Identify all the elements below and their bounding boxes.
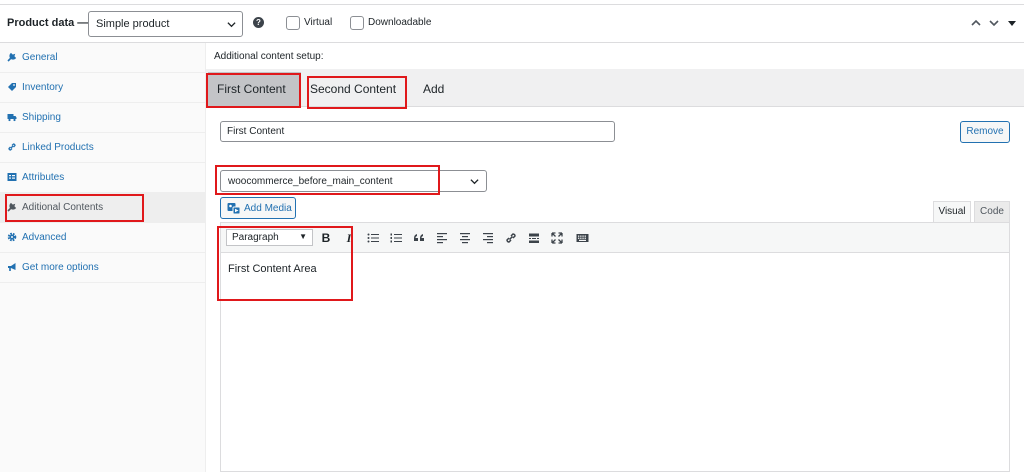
sidebar-item-inventory[interactable]: Inventory [0, 73, 206, 103]
tag-icon [8, 83, 16, 91]
chevron-down-icon [227, 22, 236, 28]
align-left-icon [437, 233, 447, 244]
section-label: Additional content setup: [214, 51, 324, 62]
content-editor: Paragraph ▼ B I First Content Area [220, 222, 1010, 472]
fullscreen-button[interactable] [549, 230, 565, 246]
sidebar-item-general[interactable]: General [0, 43, 206, 73]
media-icon [227, 203, 241, 215]
remove-button[interactable]: Remove [960, 121, 1010, 143]
sidebar-item-label: Aditional Contents [22, 202, 104, 213]
sidebar-item-shipping[interactable]: Shipping [0, 103, 206, 133]
truck-icon [7, 114, 17, 122]
link-icon [506, 233, 516, 243]
add-media-button[interactable]: Add Media [220, 197, 296, 219]
sidebar-item-label: Shipping [22, 112, 61, 123]
virtual-checkbox[interactable] [286, 16, 300, 30]
content-title-input[interactable]: First Content [220, 121, 615, 142]
product-data-header: Product data — Simple product ? Virtual … [0, 6, 1024, 43]
product-data-tabs: General Inventory Shipping Linked Produc… [0, 43, 206, 472]
align-left-button[interactable] [434, 230, 450, 246]
fullscreen-icon [551, 232, 563, 244]
read-more-icon [529, 233, 539, 243]
sidebar-item-aditional-contents[interactable]: Aditional Contents [0, 193, 206, 223]
sidebar-item-label: Get more options [22, 262, 99, 273]
sidebar-item-get-more-options[interactable]: Get more options [0, 253, 206, 283]
megaphone-icon [8, 263, 16, 271]
tab-visual[interactable]: Visual [933, 201, 971, 222]
product-data-title: Product data — [7, 17, 89, 29]
align-right-button[interactable] [480, 230, 496, 246]
sidebar-item-label: General [22, 52, 58, 63]
blockquote-button[interactable] [411, 230, 427, 246]
top-border [0, 0, 1024, 5]
hook-select[interactable]: woocommerce_before_main_content [220, 170, 487, 192]
product-type-select[interactable]: Simple product [88, 11, 243, 37]
wrench-icon [7, 52, 17, 62]
add-media-label: Add Media [244, 203, 292, 214]
editor-content[interactable]: First Content Area [228, 263, 317, 275]
quote-icon [414, 234, 424, 241]
sidebar-item-label: Advanced [22, 232, 67, 243]
sidebar-item-label: Attributes [22, 172, 65, 183]
tab-first-content[interactable]: First Content [208, 72, 301, 106]
insert-link-button[interactable] [503, 230, 519, 246]
align-center-button[interactable] [457, 230, 473, 246]
product-type-value: Simple product [96, 18, 170, 30]
read-more-button[interactable] [526, 230, 542, 246]
sidebar-item-linked-products[interactable]: Linked Products [0, 133, 206, 163]
gear-icon [7, 232, 17, 242]
hook-select-value: woocommerce_before_main_content [228, 176, 393, 187]
content-tabs: First Content Second Content Add [206, 69, 1024, 107]
tab-add[interactable]: Add [423, 82, 444, 96]
sidebar-item-label: Linked Products [22, 142, 94, 153]
format-select[interactable]: Paragraph ▼ [226, 229, 313, 246]
list-icon [7, 173, 17, 181]
wrench-icon [7, 202, 17, 212]
tab-second-content[interactable]: Second Content [310, 82, 396, 96]
virtual-label: Virtual [304, 17, 333, 28]
italic-button[interactable]: I [341, 230, 357, 246]
align-right-icon [483, 233, 493, 244]
sidebar-item-attributes[interactable]: Attributes [0, 163, 206, 193]
caret-down-icon: ▼ [299, 232, 307, 241]
toolbar-toggle-button[interactable] [574, 230, 590, 246]
numbered-list-button[interactable] [388, 230, 404, 246]
align-center-icon [460, 233, 470, 244]
downloadable-label: Downloadable [368, 17, 432, 28]
bold-button[interactable]: B [318, 230, 334, 246]
collapse-toggle-icon[interactable] [1006, 17, 1018, 29]
chevron-down-icon [470, 179, 479, 185]
downloadable-checkbox[interactable] [350, 16, 364, 30]
tab-code[interactable]: Code [974, 201, 1010, 222]
link-icon [8, 143, 16, 151]
bullet-list-icon [367, 233, 379, 243]
chevron-down-icon[interactable] [988, 17, 1000, 29]
keyboard-icon [576, 234, 588, 242]
format-select-value: Paragraph [232, 232, 279, 243]
bullet-list-button[interactable] [365, 230, 381, 246]
editor-toolbar: Paragraph ▼ B I [221, 223, 1009, 253]
sidebar-item-advanced[interactable]: Advanced [0, 223, 206, 253]
numbered-list-icon [390, 233, 402, 243]
sidebar-item-label: Inventory [22, 82, 64, 93]
help-icon[interactable]: ? [253, 17, 264, 28]
tab-label: First Content [217, 82, 286, 96]
chevron-up-icon[interactable] [970, 17, 982, 29]
